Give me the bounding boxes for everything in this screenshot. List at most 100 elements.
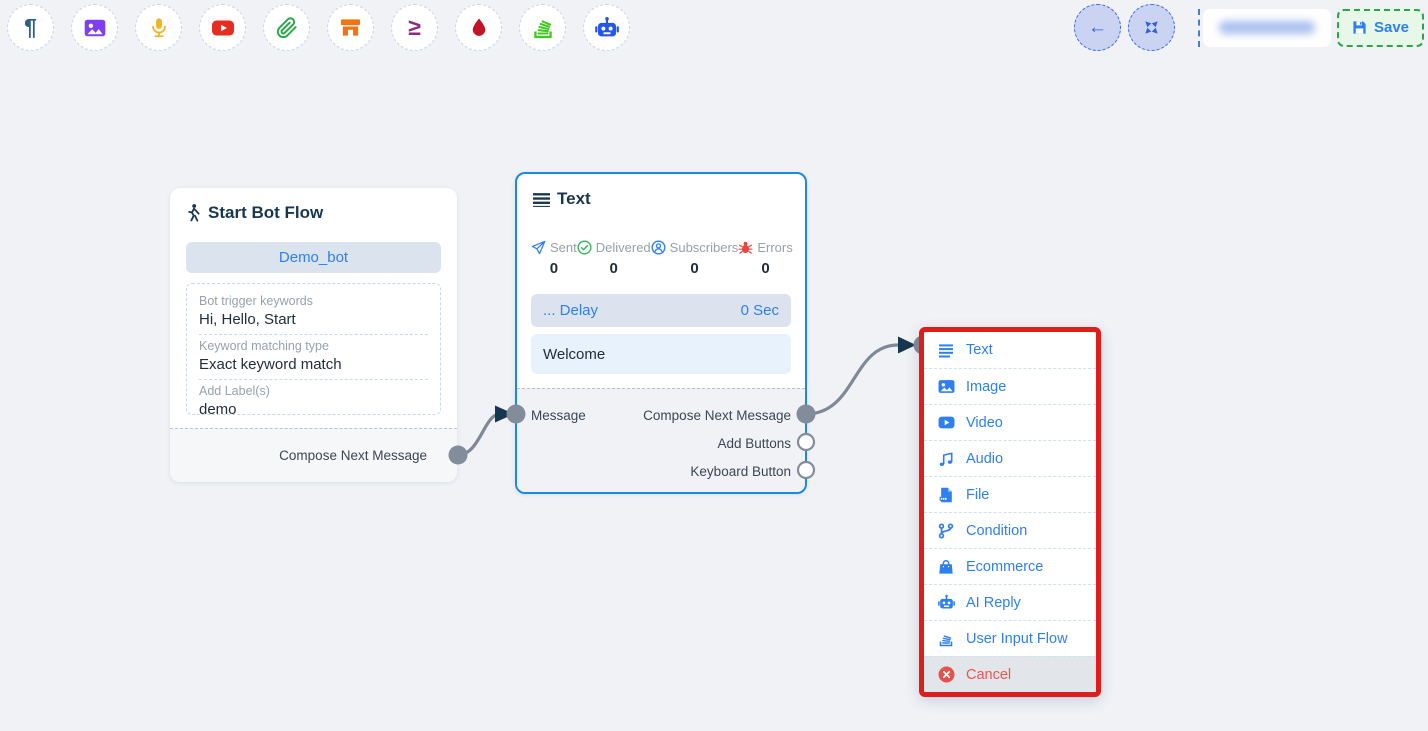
text-node-stats: Sent 0 Delivered 0 Subscribers 0	[517, 240, 805, 277]
menu-item-label: User Input Flow	[966, 631, 1068, 647]
wire-start-to-text	[458, 414, 500, 455]
menu-item-audio[interactable]: Audio	[924, 440, 1096, 476]
add-node-context-menu: Text Image Video Audio File	[919, 327, 1101, 697]
stat-value: 0	[610, 260, 618, 277]
menu-item-video[interactable]: Video	[924, 404, 1096, 440]
delay-value: 0 Sec	[741, 302, 779, 319]
toolbar-button-image[interactable]	[71, 4, 118, 51]
subscribers-icon	[651, 240, 666, 255]
youtube-icon	[211, 16, 235, 40]
start-node-fields[interactable]: Bot trigger keywords Hi, Hello, Start Ke…	[186, 283, 441, 415]
toolbar: ¶ ≥	[7, 4, 630, 51]
toolbar-button-robot[interactable]	[583, 4, 630, 51]
save-label: Save	[1374, 19, 1409, 36]
message-text: Welcome	[543, 346, 605, 363]
menu-item-label: Condition	[966, 523, 1027, 539]
stat-label: Errors	[757, 240, 792, 255]
save-button[interactable]: Save	[1337, 9, 1424, 47]
ai-reply-icon	[937, 594, 955, 611]
redacted-label	[1219, 21, 1315, 34]
video-icon	[937, 414, 955, 431]
stat-label: Sent	[550, 240, 577, 255]
menu-item-label: Audio	[966, 451, 1003, 467]
add-buttons-port-label: Add Buttons	[717, 436, 791, 452]
field-value: demo	[199, 401, 428, 418]
start-node-title: Start Bot Flow	[208, 203, 323, 223]
menu-item-user-input-flow[interactable]: User Input Flow	[924, 620, 1096, 656]
toolbar-button-droplet[interactable]	[455, 4, 502, 51]
stat-value: 0	[761, 260, 769, 277]
menu-item-cancel[interactable]: Cancel	[924, 656, 1096, 692]
check-circle-icon	[577, 240, 592, 255]
file-icon	[937, 487, 955, 503]
menu-item-image[interactable]: Image	[924, 368, 1096, 404]
greater-equal-icon: ≥	[408, 16, 421, 39]
delay-row[interactable]: ... Delay 0 Sec	[531, 294, 791, 327]
keyboard-button-port-label: Keyboard Button	[690, 464, 791, 480]
toolbar-button-youtube[interactable]	[199, 4, 246, 51]
store-icon	[339, 16, 362, 39]
stat-errors: Errors 0	[738, 240, 792, 277]
text-node-footer: Message Compose Next Message Add Buttons…	[517, 388, 805, 492]
menu-item-condition[interactable]: Condition	[924, 512, 1096, 548]
stat-label: Subscribers	[670, 240, 739, 255]
droplet-icon	[468, 17, 490, 39]
stat-label: Delivered	[596, 240, 651, 255]
start-node-footer: Compose Next Message	[170, 428, 457, 482]
toolbar-button-gte[interactable]: ≥	[391, 4, 438, 51]
field-label: Bot trigger keywords	[199, 294, 428, 308]
start-bot-flow-node[interactable]: Start Bot Flow Demo_bot Bot trigger keyw…	[170, 188, 457, 482]
wire-arrowhead	[495, 406, 514, 423]
microphone-icon	[148, 17, 170, 39]
field-label: Keyword matching type	[199, 339, 428, 353]
field-value: Exact keyword match	[199, 356, 428, 373]
cancel-icon	[937, 666, 955, 683]
fit-view-button[interactable]	[1128, 4, 1175, 51]
compose-next-message-port-label: Compose Next Message	[643, 408, 791, 424]
field-add-labels: Add Label(s) demo	[199, 380, 428, 424]
image-icon	[937, 378, 955, 395]
back-button[interactable]: ←	[1074, 4, 1121, 51]
stack-icon	[532, 17, 554, 39]
message-input-port-label: Message	[531, 408, 586, 424]
send-icon	[531, 240, 546, 255]
menu-item-label: Cancel	[966, 667, 1011, 683]
drag-handle-icon	[533, 192, 550, 207]
toolbar-button-stack[interactable]	[519, 4, 566, 51]
menu-item-ai-reply[interactable]: AI Reply	[924, 584, 1096, 620]
redacted-button[interactable]	[1203, 9, 1331, 47]
wire-text-to-menu	[806, 345, 898, 414]
toolbar-button-attachment[interactable]	[263, 4, 310, 51]
toolbar-button-paragraph[interactable]: ¶	[7, 4, 54, 51]
robot-icon	[595, 16, 619, 40]
text-node[interactable]: Text Sent 0 Delivered 0	[515, 172, 807, 494]
toolbar-button-store[interactable]	[327, 4, 374, 51]
stat-value: 0	[690, 260, 698, 277]
menu-item-label: Text	[966, 342, 993, 358]
stat-delivered: Delivered 0	[577, 240, 651, 277]
toolbar-button-microphone[interactable]	[135, 4, 182, 51]
compose-next-message-port-label: Compose Next Message	[279, 448, 427, 463]
menu-item-text[interactable]: Text	[924, 332, 1096, 368]
paragraph-icon: ¶	[24, 16, 37, 39]
audio-icon	[937, 451, 955, 467]
menu-item-label: Ecommerce	[966, 559, 1043, 575]
stat-value: 0	[550, 260, 558, 277]
menu-item-label: Video	[966, 415, 1003, 431]
arrow-left-icon: ←	[1088, 18, 1107, 37]
menu-item-label: Image	[966, 379, 1006, 395]
delay-label: ... Delay	[543, 302, 598, 319]
stat-sent: Sent 0	[531, 240, 577, 277]
menu-item-label: AI Reply	[966, 595, 1021, 611]
menu-item-file[interactable]: File	[924, 476, 1096, 512]
text-icon	[937, 342, 955, 358]
bot-name-button[interactable]: Demo_bot	[186, 242, 441, 273]
user-input-flow-icon	[937, 631, 955, 647]
field-bot-trigger-keywords: Bot trigger keywords Hi, Hello, Start	[199, 290, 428, 335]
field-label: Add Label(s)	[199, 384, 428, 398]
walking-person-icon	[186, 204, 201, 222]
menu-item-ecommerce[interactable]: Ecommerce	[924, 548, 1096, 584]
save-icon	[1352, 20, 1367, 35]
message-text-row[interactable]: Welcome	[531, 334, 791, 374]
stat-subscribers: Subscribers 0	[651, 240, 739, 277]
